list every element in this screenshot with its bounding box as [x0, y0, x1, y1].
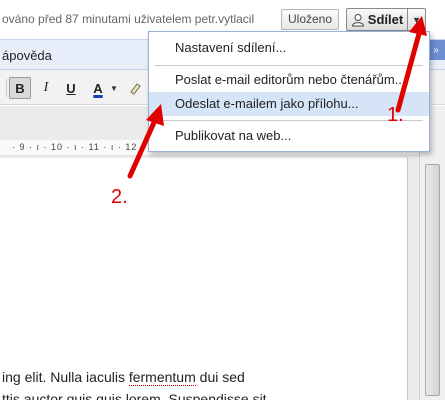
text-color-dropdown-icon[interactable]: ▼ — [110, 84, 118, 93]
share-dropdown-button[interactable]: ▼ — [408, 8, 426, 31]
toolbar-divider — [6, 79, 7, 97]
menu-divider — [155, 65, 423, 66]
menu-item-publish-to-web[interactable]: Publikovat na web... — [149, 124, 429, 148]
user-share-icon — [351, 13, 365, 27]
menu-item-help[interactable]: ápověda — [2, 48, 52, 63]
saved-button[interactable]: Uloženo — [281, 9, 340, 30]
misspelled-word[interactable]: fermentum — [128, 369, 196, 386]
annotation-step-2: 2. — [111, 186, 128, 208]
scrollbar-thumb[interactable] — [425, 164, 440, 396]
share-button[interactable]: Sdílet — [346, 8, 408, 31]
chevron-down-icon: ▼ — [412, 14, 421, 25]
text-color-button[interactable]: A — [87, 77, 109, 99]
underline-button[interactable]: U — [60, 77, 82, 99]
highlight-pen-icon[interactable] — [124, 77, 146, 99]
text-run: ing elit. Nulla iaculis — [2, 369, 129, 385]
share-button-label: Sdílet — [367, 12, 404, 27]
share-dropdown-menu: Nastavení sdílení... Poslat e-mail edito… — [148, 31, 430, 152]
annotation-step-1: 1. — [387, 104, 404, 126]
save-status-text: ováno před 87 minutami uživatelem petr.v… — [2, 12, 255, 26]
menu-item-sharing-settings[interactable]: Nastavení sdílení... — [149, 36, 429, 60]
bold-button[interactable]: B — [9, 77, 31, 99]
document-line-2: ttis auctor quis quis lorem. Suspendisse… — [2, 391, 267, 400]
italic-button[interactable]: I — [35, 77, 57, 99]
document-line-1: ing elit. Nulla iaculis fermentum dui se… — [2, 369, 245, 386]
menu-item-email-collaborators[interactable]: Poslat e-mail editorům nebo čtenářům... — [149, 68, 429, 92]
text-run: dui sed — [195, 369, 245, 385]
menu-divider — [155, 120, 423, 121]
document-page[interactable]: ing elit. Nulla iaculis fermentum dui se… — [0, 158, 408, 400]
